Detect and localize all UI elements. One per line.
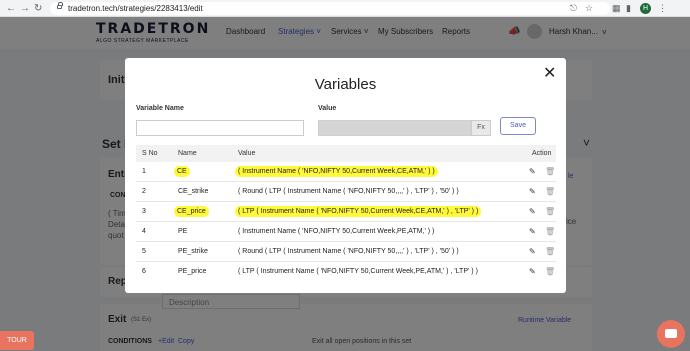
back-icon[interactable]: ← (6, 3, 16, 14)
pencil-icon[interactable]: ✎ (529, 227, 536, 236)
pencil-icon[interactable]: ✎ (529, 187, 536, 196)
variables-modal: Variables ✕ Variable Name Value Fx Save … (125, 58, 566, 293)
save-button[interactable]: Save (500, 117, 536, 135)
fx-button[interactable]: Fx (471, 120, 491, 136)
bookmark-star-icon[interactable]: ☆ (585, 3, 593, 14)
modal-title: Variables (314, 76, 377, 93)
close-icon[interactable]: ✕ (543, 63, 556, 83)
trash-icon[interactable]: 🗑 (545, 167, 555, 176)
pencil-icon[interactable]: ✎ (529, 167, 536, 176)
value-label: Value (318, 105, 337, 112)
share-icon[interactable]: ⎋ (570, 3, 577, 14)
table-row: 4 PE ( Instrument Name ( 'NFO,NIFTY 50,C… (136, 222, 556, 242)
extensions-icon[interactable]: ▦ (612, 3, 621, 14)
value-input[interactable] (318, 120, 471, 136)
pencil-icon[interactable]: ✎ (529, 207, 536, 216)
chat-bubble-icon (665, 329, 677, 338)
pencil-icon[interactable]: ✎ (529, 267, 536, 276)
reload-icon[interactable]: ↻ (34, 3, 42, 14)
trash-icon[interactable]: 🗑 (545, 247, 555, 256)
trash-icon[interactable]: 🗑 (545, 227, 555, 236)
variable-name-input[interactable] (136, 120, 304, 136)
forward-icon[interactable]: → (20, 3, 30, 14)
trash-icon[interactable]: 🗑 (545, 187, 555, 196)
tour-button[interactable]: TOUR (0, 331, 34, 350)
table-header: S No Name Value Action (136, 145, 556, 162)
url-text: tradetron.tech/strategies/2283413/edit (68, 4, 203, 13)
col-sno: S No (142, 150, 158, 157)
trash-icon[interactable]: 🗑 (545, 267, 555, 276)
col-name: Name (178, 150, 197, 157)
browser-toolbar: ← → ↻ tradetron.tech/strategies/2283413/… (0, 0, 690, 17)
sidepanel-icon[interactable]: ▮ (626, 3, 631, 14)
more-icon[interactable]: ⋮ (658, 3, 667, 14)
table-row: 1 CE ( Instrument Name ( 'NFO,NIFTY 50,C… (136, 162, 556, 182)
table-row: 6 PE_price ( LTP ( Instrument Name ( 'NF… (136, 262, 556, 282)
variable-name-label: Variable Name (136, 105, 184, 112)
pencil-icon[interactable]: ✎ (529, 247, 536, 256)
table-row: 5 PE_strike ( Round ( LTP ( Instrument N… (136, 242, 556, 262)
table-row: 2 CE_strike ( Round ( LTP ( Instrument N… (136, 182, 556, 202)
table-row: 3 CE_price ( LTP ( Instrument Name ( 'NF… (136, 202, 556, 222)
address-bar[interactable]: tradetron.tech/strategies/2283413/edit (50, 2, 610, 15)
col-action: Action (532, 150, 552, 157)
col-value: Value (238, 150, 256, 157)
trash-icon[interactable]: 🗑 (545, 207, 555, 216)
chat-button[interactable] (657, 320, 685, 348)
lock-icon (57, 2, 63, 9)
profile-avatar[interactable]: H (640, 3, 651, 14)
